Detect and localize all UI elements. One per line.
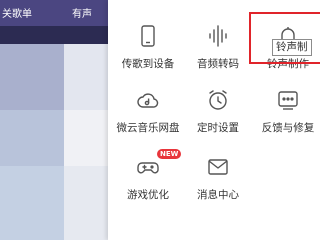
menu-item-label: 传歌到设备 bbox=[121, 58, 175, 70]
alarm-clock-icon bbox=[206, 88, 230, 112]
menu-item-label: 定时设置 bbox=[197, 122, 239, 134]
background-header: 关歌单 有声 bbox=[0, 0, 108, 26]
menu-item-transfer-to-device[interactable]: 传歌到设备 bbox=[113, 24, 183, 84]
menu-item-timer-settings[interactable]: 定时设置 bbox=[183, 88, 253, 148]
menu-item-feedback-and-repair[interactable]: 反馈与修复 bbox=[253, 88, 320, 148]
menu-item-audio-transcode[interactable]: 音频转码 bbox=[183, 24, 253, 84]
cloud-music-icon bbox=[136, 88, 160, 112]
menu-item-game-optimization[interactable]: NEW 游戏优化 bbox=[113, 149, 183, 215]
menu-item-message-center[interactable]: 消息中心 bbox=[183, 155, 253, 215]
menu-item-label: 音频转码 bbox=[197, 58, 239, 70]
background-app: 关歌单 有声 bbox=[0, 0, 108, 240]
new-badge: NEW bbox=[157, 149, 182, 159]
phone-icon bbox=[136, 24, 160, 48]
feedback-icon bbox=[276, 88, 300, 112]
background-tile bbox=[64, 110, 108, 166]
background-tile bbox=[64, 166, 108, 240]
background-band bbox=[0, 26, 108, 44]
menu-item-label: 微云音乐网盘 bbox=[116, 122, 180, 134]
background-tile bbox=[0, 44, 64, 110]
background-tile bbox=[0, 110, 64, 166]
menu-item-weiyun-music-drive[interactable]: 微云音乐网盘 bbox=[113, 88, 183, 148]
mail-icon bbox=[206, 155, 230, 179]
gamepad-icon bbox=[136, 155, 160, 179]
menu-item-label: 消息中心 bbox=[197, 189, 239, 201]
background-header-left-text[interactable]: 关歌单 bbox=[2, 5, 32, 20]
selection-highlight bbox=[249, 12, 320, 64]
background-tile bbox=[0, 166, 64, 240]
background-header-right-text[interactable]: 有声 bbox=[72, 5, 92, 20]
waveform-icon bbox=[206, 24, 230, 48]
ringtone-tooltip: 铃声制 bbox=[272, 39, 312, 56]
menu-item-label: 游戏优化 bbox=[127, 189, 169, 201]
menu-item-label: 反馈与修复 bbox=[261, 122, 315, 134]
background-tile bbox=[64, 44, 108, 110]
